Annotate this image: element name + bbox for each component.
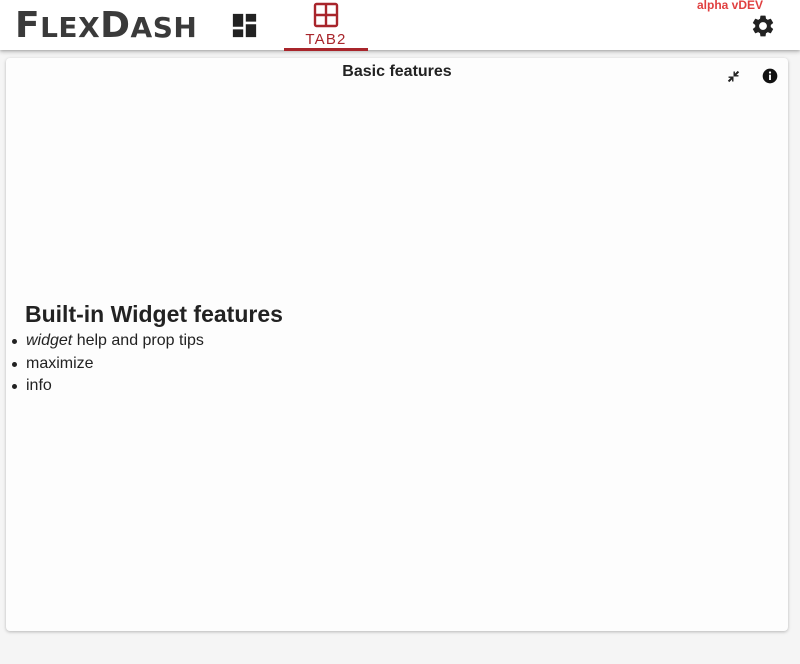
widget-content: Built-in Widget features widget help and… [6, 298, 788, 398]
list-item: widget help and prop tips [6, 330, 788, 353]
version-label: alpha vDEV [697, 0, 764, 12]
emphasized-text: widget [26, 332, 73, 349]
tab-active-indicator [284, 48, 368, 51]
fullscreen-exit-icon[interactable] [725, 68, 742, 85]
list-item-text: help and prop tips [72, 332, 204, 349]
logo-text: ASH [130, 11, 198, 44]
dashboard-grid-icon[interactable] [229, 10, 260, 41]
gear-icon[interactable] [750, 13, 776, 39]
widget-title: Basic features [342, 63, 452, 80]
list-item-text: info [26, 377, 52, 394]
list-item: maximize [6, 353, 788, 376]
tab-tab2[interactable]: TAB2 [284, 0, 368, 51]
app-logo: FLEXDASH [15, 4, 197, 54]
feature-list: widget help and prop tips maximize info [6, 330, 788, 398]
widget-card: Basic features Built-in Widget features … [6, 58, 788, 631]
app-bar: FLEXDASH TAB2 alpha vDEV [0, 0, 800, 51]
logo-letter: F [15, 5, 41, 46]
content-heading: Built-in Widget features [25, 301, 283, 327]
logo-letter: D [100, 5, 131, 46]
grid-icon [313, 2, 339, 28]
tab-label: TAB2 [305, 31, 347, 48]
bullet [12, 361, 17, 367]
list-item: info [6, 375, 788, 398]
info-icon[interactable] [762, 68, 778, 84]
logo-text: LEX [40, 11, 101, 44]
list-item-text: maximize [26, 354, 94, 372]
bullet [12, 384, 17, 389]
bullet [12, 339, 17, 344]
